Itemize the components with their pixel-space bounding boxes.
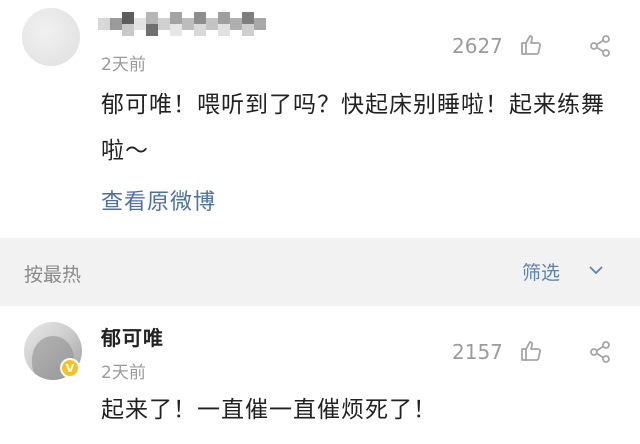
view-original-link[interactable]: 查看原微博 [101, 184, 216, 216]
commenter-name[interactable]: 郁可唯 [101, 322, 164, 351]
chevron-down-icon[interactable] [588, 262, 604, 276]
filter-button[interactable]: 筛选 [522, 258, 560, 285]
post-time: 2天前 [101, 55, 146, 75]
post-like-count[interactable]: 2627 [452, 34, 503, 58]
sort-hot-label[interactable]: 按最热 [24, 260, 81, 287]
post-text: 郁可唯！喂听到了吗？快起床别睡啦！起来练舞啦～ [101, 92, 605, 164]
comment-text: 起来了！一直催一直催烦死了！ [101, 397, 437, 423]
comment-time: 2天前 [101, 363, 146, 383]
thumbs-up-icon[interactable] [519, 339, 543, 367]
sort-bar: 按最热 筛选 [0, 238, 640, 306]
thumbs-up-icon[interactable] [519, 33, 543, 61]
avatar[interactable] [22, 8, 80, 66]
comment-like-count[interactable]: 2157 [452, 340, 503, 364]
username-pixelated[interactable] [98, 12, 272, 40]
verified-badge-icon: V [60, 358, 80, 378]
share-icon[interactable] [588, 34, 612, 62]
share-icon[interactable] [588, 340, 612, 368]
